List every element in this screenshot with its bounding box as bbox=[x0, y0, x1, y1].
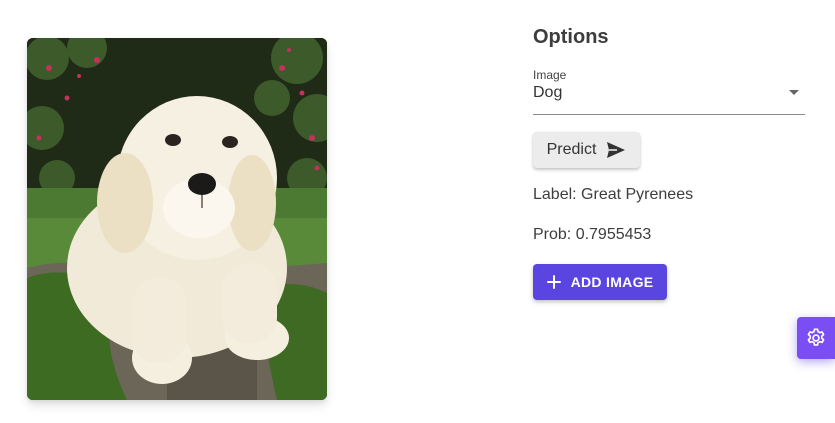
options-title: Options bbox=[533, 26, 609, 48]
send-icon bbox=[607, 142, 626, 158]
dropdown-arrow-icon bbox=[789, 90, 799, 95]
settings-button[interactable] bbox=[797, 317, 835, 359]
gear-icon bbox=[807, 328, 825, 346]
add-image-button[interactable]: ADD IMAGE bbox=[533, 264, 667, 300]
app-root: Options Image Dog Predict Label: Great P… bbox=[0, 0, 835, 423]
prediction-probability: Prob: 0.7955453 bbox=[533, 226, 652, 243]
dog-photo-illustration bbox=[27, 38, 327, 400]
predict-button-label: Predict bbox=[546, 141, 597, 158]
image-select-label: Image bbox=[533, 68, 567, 82]
prediction-label: Label: Great Pyrenees bbox=[533, 186, 694, 203]
image-select[interactable]: Image Dog bbox=[533, 68, 805, 115]
add-image-button-label: ADD IMAGE bbox=[570, 274, 654, 290]
predict-button[interactable]: Predict bbox=[533, 132, 640, 168]
dog-image bbox=[27, 38, 327, 400]
image-select-value: Dog bbox=[533, 84, 563, 101]
options-panel: Options Image Dog Predict Label: Great P… bbox=[533, 24, 805, 300]
plus-icon bbox=[546, 275, 561, 289]
